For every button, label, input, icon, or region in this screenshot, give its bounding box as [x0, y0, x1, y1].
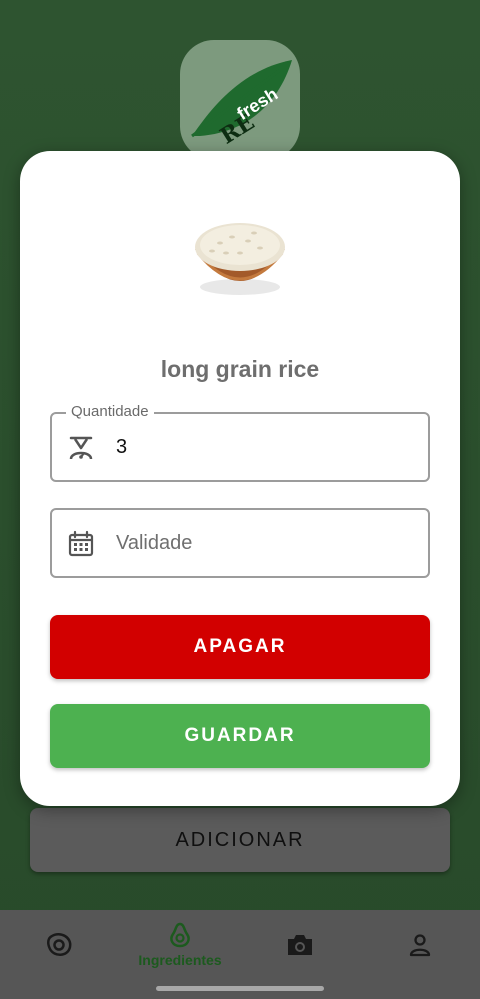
nav-item-profile[interactable]	[360, 910, 480, 980]
quantity-field[interactable]: Quantidade 3	[50, 403, 430, 482]
add-button[interactable]: ADICIONAR	[30, 808, 450, 872]
egg-icon	[47, 932, 72, 956]
edit-ingredient-dialog: long grain rice Quantidade 3 Validade AP…	[20, 151, 460, 806]
rice-bowl-image	[195, 223, 285, 295]
scale-icon	[69, 436, 93, 460]
expiry-date-field[interactable]: Validade	[50, 508, 430, 578]
save-button-label: GUARDAR	[184, 725, 296, 746]
ingredient-name: long grain rice	[160, 356, 320, 382]
nav-label-ingredientes: Ingredientes	[138, 952, 222, 968]
calendar-icon	[68, 530, 94, 557]
delete-button[interactable]: APAGAR	[50, 615, 430, 679]
nav-item-ingredientes[interactable]: Ingredientes	[120, 910, 240, 980]
nav-item-camera[interactable]	[240, 910, 360, 980]
nav-item-egg[interactable]	[0, 910, 120, 980]
home-indicator[interactable]	[156, 986, 324, 991]
leaf-logo-icon: RE fresh	[191, 60, 292, 150]
avocado-icon	[170, 922, 190, 948]
add-button-label: ADICIONAR	[175, 828, 305, 851]
app-logo: RE fresh	[180, 40, 300, 160]
expiry-date-placeholder: Validade	[116, 532, 193, 554]
person-icon	[409, 934, 431, 957]
quantity-input[interactable]: 3	[116, 436, 127, 459]
quantity-label: Quantidade	[66, 403, 154, 420]
save-button[interactable]: GUARDAR	[50, 704, 430, 768]
camera-icon	[288, 935, 312, 955]
delete-button-label: APAGAR	[193, 636, 287, 657]
